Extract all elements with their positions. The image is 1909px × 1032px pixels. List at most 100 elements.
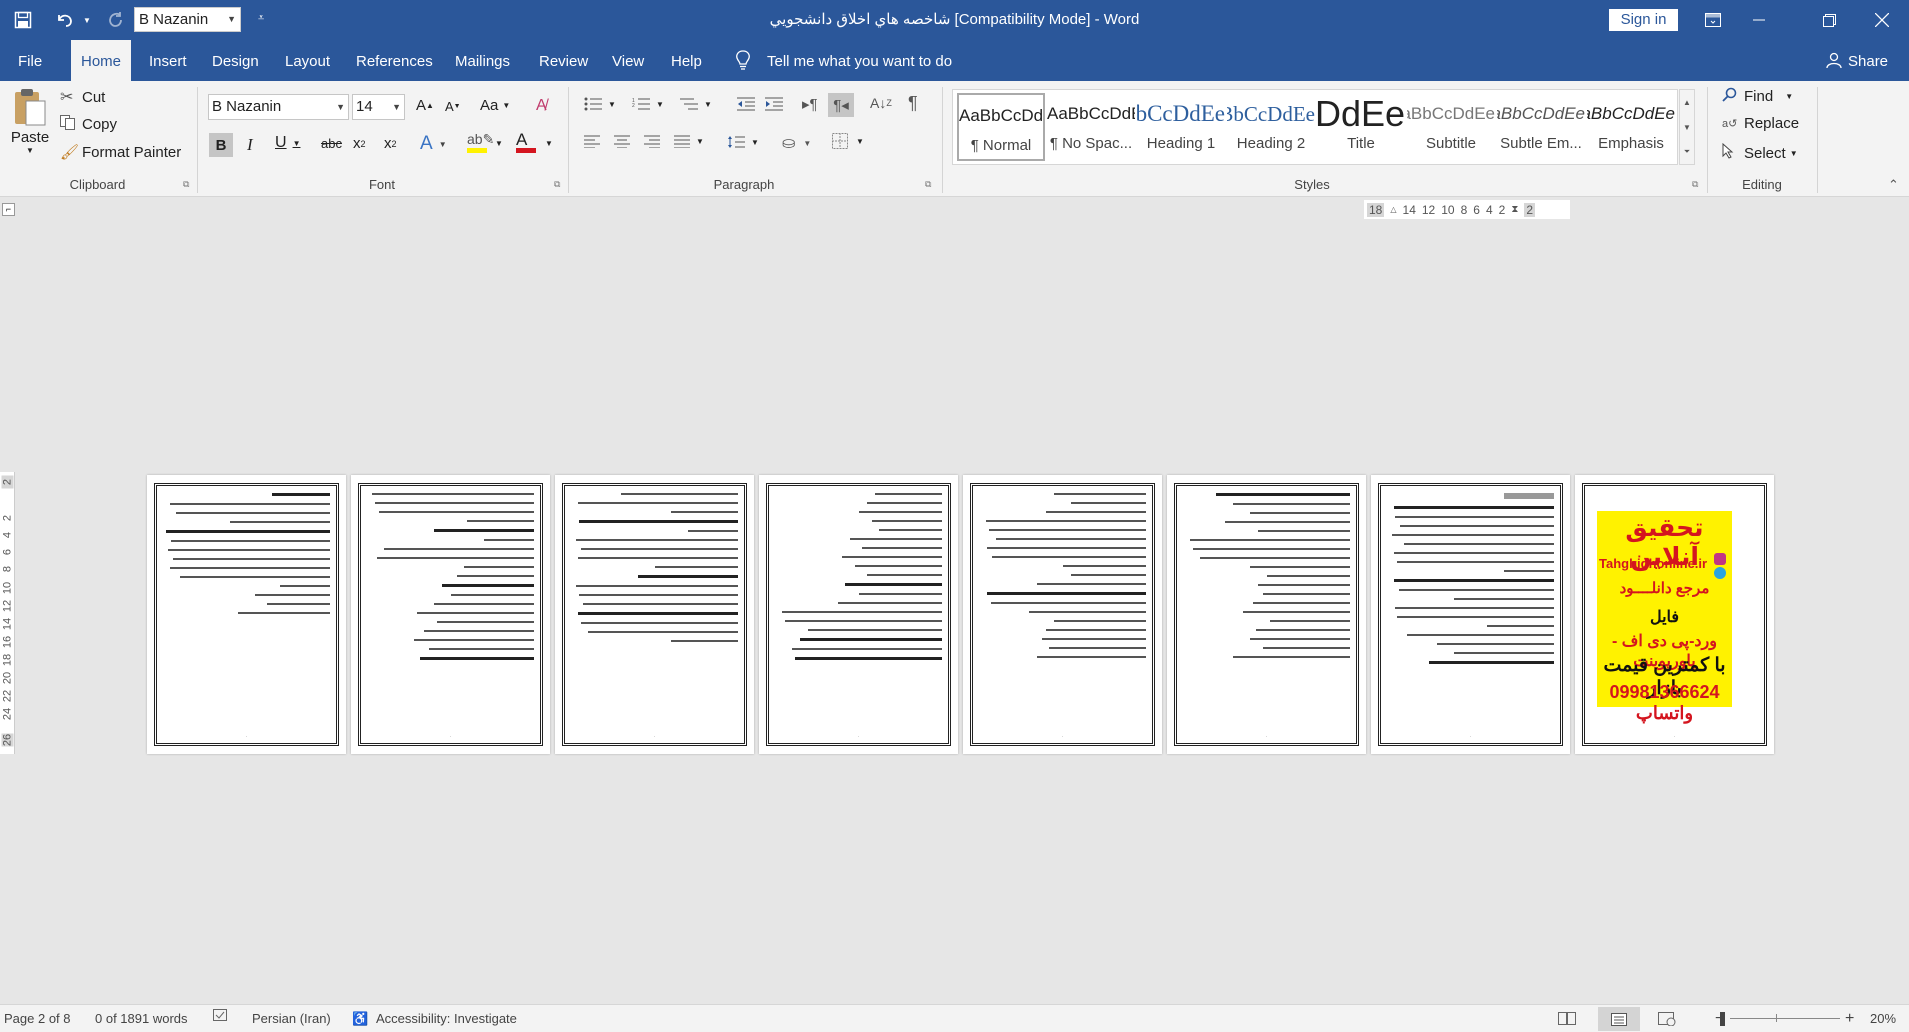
- style-no-spacing[interactable]: AaBbCcDdEe ¶ No Spac...: [1047, 93, 1135, 161]
- page-thumbnail[interactable]: ·: [1371, 475, 1570, 754]
- ltr-direction-button[interactable]: ▸¶: [802, 95, 818, 113]
- font-size-box[interactable]: 14 ▼: [352, 94, 405, 120]
- gallery-more-icon[interactable]: ⏷: [1680, 140, 1694, 164]
- align-left-button[interactable]: [584, 135, 600, 148]
- tab-view[interactable]: View: [612, 40, 644, 81]
- align-right-button[interactable]: [644, 135, 660, 148]
- replace-button[interactable]: a↺ Replace: [1722, 115, 1799, 132]
- grow-font-button[interactable]: A ▲: [416, 97, 434, 114]
- save-icon[interactable]: [10, 7, 36, 33]
- subscript-button[interactable]: x2: [353, 135, 366, 152]
- justify-button[interactable]: ▼: [674, 135, 704, 148]
- qat-font-box[interactable]: B Nazanin ▼: [134, 7, 241, 32]
- accessibility-status[interactable]: Accessibility: Investigate: [376, 1005, 517, 1032]
- close-button[interactable]: [1859, 0, 1905, 40]
- find-button[interactable]: Find ▼: [1722, 87, 1793, 106]
- show-formatting-marks-button[interactable]: ¶: [908, 93, 918, 114]
- bold-button[interactable]: B: [209, 133, 233, 157]
- web-layout-icon[interactable]: [1658, 1012, 1676, 1029]
- zoom-slider[interactable]: [1730, 1018, 1840, 1019]
- undo-dropdown-icon[interactable]: ▼: [82, 16, 92, 25]
- scroll-up-icon[interactable]: ▲: [1680, 90, 1694, 115]
- dialog-launcher-icon[interactable]: ⧉: [554, 179, 560, 190]
- underline-button[interactable]: U ▼: [275, 134, 300, 152]
- zoom-slider-thumb[interactable]: [1720, 1012, 1725, 1026]
- tab-design[interactable]: Design: [212, 40, 259, 81]
- multilevel-list-button[interactable]: ▼: [680, 97, 712, 111]
- numbering-button[interactable]: 1 2 ▼: [632, 97, 664, 111]
- style-subtle-emphasis[interactable]: AaBbCcDdEe Subtle Em...: [1497, 93, 1585, 161]
- proofing-icon[interactable]: [213, 1005, 229, 1032]
- page-thumbnail[interactable]: ·: [1167, 475, 1366, 754]
- ribbon-display-options-button[interactable]: [1690, 0, 1736, 40]
- page-thumbnail[interactable]: ·: [147, 475, 346, 754]
- dialog-launcher-icon[interactable]: ⧉: [183, 179, 189, 190]
- horizontal-ruler[interactable]: 18 △ 14 12 10 8 6 4 2 ⧗ 2: [1364, 200, 1570, 219]
- indent-marker-icon[interactable]: ⧗: [1511, 204, 1518, 215]
- superscript-button[interactable]: x2: [384, 135, 397, 152]
- language-indicator[interactable]: Persian (Iran): [252, 1005, 331, 1032]
- tab-review[interactable]: Review: [539, 40, 588, 81]
- tab-file[interactable]: File: [18, 40, 42, 81]
- indent-marker-icon[interactable]: △: [1390, 205, 1396, 214]
- style-normal[interactable]: AaBbCcDdEe ¶ Normal: [957, 93, 1045, 161]
- read-mode-icon[interactable]: [1558, 1012, 1576, 1028]
- chevron-down-icon[interactable]: ▼: [495, 139, 503, 148]
- sign-in-button[interactable]: Sign in: [1609, 9, 1678, 31]
- font-color-button[interactable]: A: [516, 131, 536, 153]
- tab-help[interactable]: Help: [671, 40, 702, 81]
- page-thumbnail[interactable]: ·: [963, 475, 1162, 754]
- highlight-color-button[interactable]: ab✎: [467, 131, 494, 153]
- borders-button[interactable]: ▼: [832, 133, 864, 149]
- select-button[interactable]: Select ▼: [1722, 142, 1798, 163]
- change-case-button[interactable]: Aa ▼: [480, 97, 510, 114]
- tell-me-search[interactable]: Tell me what you want to do: [767, 40, 952, 81]
- bullets-button[interactable]: ▼: [584, 97, 616, 111]
- clear-formatting-icon[interactable]: A̸: [536, 97, 547, 115]
- align-center-button[interactable]: [614, 135, 630, 148]
- undo-icon[interactable]: [52, 7, 78, 33]
- tab-layout[interactable]: Layout: [285, 40, 330, 81]
- customize-qat-icon[interactable]: ⩡: [258, 12, 264, 25]
- word-count[interactable]: 0 of 1891 words: [95, 1005, 188, 1032]
- cut-button[interactable]: ✂ Cut: [60, 87, 105, 107]
- font-name-box[interactable]: B Nazanin ▼: [208, 94, 349, 120]
- shading-button[interactable]: ⛀ ▼: [782, 133, 811, 153]
- decrease-indent-button[interactable]: [737, 97, 755, 111]
- shrink-font-button[interactable]: A ▼: [445, 99, 461, 114]
- italic-button[interactable]: I: [247, 135, 253, 155]
- zoom-in-icon[interactable]: +: [1845, 1005, 1854, 1032]
- restore-button[interactable]: [1806, 0, 1852, 40]
- format-painter-button[interactable]: 🖌 Format Painter: [60, 143, 181, 162]
- style-subtitle[interactable]: AaBbCcDdEe Subtitle: [1407, 93, 1495, 161]
- share-button[interactable]: Share: [1848, 40, 1888, 81]
- style-title[interactable]: AaBbCcDdEeTitle: [1317, 93, 1405, 161]
- page-count[interactable]: Page 2 of 8: [4, 1005, 71, 1032]
- sort-button[interactable]: A↓ Z: [870, 95, 892, 111]
- strikethrough-button[interactable]: abc: [321, 136, 342, 151]
- page-thumbnail[interactable]: ·: [759, 475, 958, 754]
- dialog-launcher-icon[interactable]: ⧉: [925, 179, 931, 190]
- collapse-ribbon-icon[interactable]: ⌃: [1888, 177, 1899, 193]
- tab-insert[interactable]: Insert: [149, 40, 187, 81]
- zoom-level[interactable]: 20%: [1870, 1005, 1896, 1032]
- print-layout-icon[interactable]: [1598, 1007, 1640, 1031]
- style-heading-2[interactable]: AaBbCcDdEe Heading 2: [1227, 93, 1315, 161]
- paste-button[interactable]: Paste ▼: [8, 87, 52, 155]
- redo-icon[interactable]: [102, 7, 128, 33]
- tab-mailings[interactable]: Mailings: [455, 40, 510, 81]
- chevron-down-icon[interactable]: ▼: [545, 139, 553, 148]
- tab-references[interactable]: References: [356, 40, 433, 81]
- style-heading-1[interactable]: AaBbCcDdEe Heading 1: [1137, 93, 1225, 161]
- minimize-button[interactable]: [1736, 0, 1782, 40]
- line-spacing-button[interactable]: ▼: [727, 135, 759, 149]
- increase-indent-button[interactable]: [765, 97, 783, 111]
- tab-selector-icon[interactable]: ⌐: [2, 203, 15, 216]
- page-thumbnail[interactable]: ·: [555, 475, 754, 754]
- page-thumbnail[interactable]: تحقیق آنلاین Tahghighonline.ir مرجع دانل…: [1575, 475, 1774, 754]
- page-thumbnail[interactable]: ·: [351, 475, 550, 754]
- rtl-direction-button[interactable]: ¶◂: [828, 93, 854, 117]
- styles-gallery-scroll[interactable]: ▲ ▼ ⏷: [1679, 89, 1695, 165]
- vertical-ruler[interactable]: 2 2 4 6 8 10 12 14 16 18 20 22 24 26: [0, 472, 15, 754]
- style-emphasis[interactable]: AaBbCcDdEe Emphasis: [1587, 93, 1675, 161]
